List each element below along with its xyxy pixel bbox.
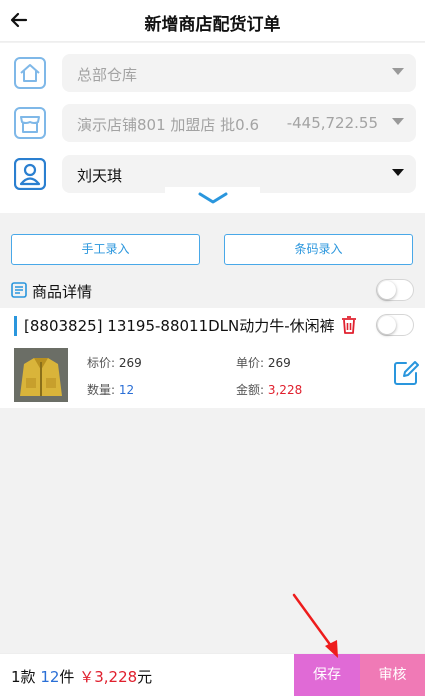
dropdown-arrow-icon bbox=[392, 169, 404, 176]
amount-label: 金额: bbox=[236, 383, 268, 397]
product-detail-label: 商品详情 bbox=[32, 283, 93, 301]
user-name: 刘天琪 bbox=[77, 167, 123, 185]
order-summary: 1款 12件 ￥3,228元 bbox=[11, 666, 152, 687]
amount: 金额: 3,228 bbox=[236, 381, 302, 398]
accent-bar bbox=[14, 316, 17, 336]
amount-value: 3,228 bbox=[267, 383, 303, 397]
product-name: [8803825] 13195-88011DLN动力牛-休闲裤 bbox=[24, 317, 335, 335]
pieces-count: 12 bbox=[40, 668, 60, 686]
kinds-count: 1款 bbox=[11, 668, 36, 686]
toggle-knob bbox=[378, 281, 396, 299]
dropdown-arrow-icon bbox=[392, 118, 404, 125]
list-icon bbox=[11, 282, 27, 298]
product-card: [8803825] 13195-88011DLN动力牛-休闲裤 标价: 269 … bbox=[0, 308, 425, 408]
barcode-entry-button[interactable]: 条码录入 bbox=[224, 234, 413, 265]
store-balance: -445,722.55 bbox=[286, 114, 378, 132]
store-name: 演示店铺801 加盟店 批0.6 bbox=[77, 116, 260, 134]
edit-icon[interactable] bbox=[393, 360, 419, 386]
user-icon bbox=[14, 158, 46, 190]
pieces-unit: 件 bbox=[59, 668, 75, 686]
unit-price-label: 单价: bbox=[236, 356, 268, 370]
quantity: 数量: 12 bbox=[87, 381, 134, 398]
expand-toggle[interactable] bbox=[165, 187, 260, 213]
dropdown-arrow-icon bbox=[392, 68, 404, 75]
store-icon bbox=[14, 107, 46, 139]
jacket-thumbnail bbox=[14, 348, 68, 402]
tag-price-value: 269 bbox=[118, 356, 142, 370]
quantity-value: 12 bbox=[118, 383, 135, 397]
annotation-arrow-icon bbox=[292, 593, 338, 658]
total-amount: ￥3,228 bbox=[79, 668, 138, 686]
warehouse-select[interactable]: 总部仓库 bbox=[62, 54, 416, 92]
product-image bbox=[14, 348, 68, 402]
store-row: 演示店铺801 加盟店 批0.6 -445,722.55 bbox=[0, 104, 425, 142]
unit-price-value: 269 bbox=[267, 356, 291, 370]
tag-price: 标价: 269 bbox=[87, 354, 142, 371]
manual-entry-button[interactable]: 手工录入 bbox=[11, 234, 200, 265]
product-toggle[interactable] bbox=[376, 314, 414, 336]
footer-bar: 1款 12件 ￥3,228元 保存 审核 bbox=[0, 653, 425, 696]
toggle-knob bbox=[378, 316, 396, 334]
trash-icon[interactable] bbox=[341, 316, 357, 334]
quantity-label: 数量: bbox=[87, 383, 119, 397]
store-select[interactable]: 演示店铺801 加盟店 批0.6 -445,722.55 bbox=[62, 104, 416, 142]
unit-price: 单价: 269 bbox=[236, 354, 291, 371]
tag-price-label: 标价: bbox=[87, 356, 119, 370]
warehouse-row: 总部仓库 bbox=[0, 54, 425, 92]
detail-toggle[interactable] bbox=[376, 279, 414, 301]
product-detail-header: 商品详情 bbox=[0, 277, 425, 307]
header: 新增商店配货订单 bbox=[0, 0, 425, 42]
audit-button[interactable]: 审核 bbox=[360, 654, 425, 696]
page-title: 新增商店配货订单 bbox=[144, 15, 281, 35]
home-icon bbox=[14, 57, 46, 89]
chevron-down-icon bbox=[198, 192, 228, 204]
warehouse-placeholder: 总部仓库 bbox=[77, 66, 138, 84]
currency-unit: 元 bbox=[137, 668, 153, 686]
